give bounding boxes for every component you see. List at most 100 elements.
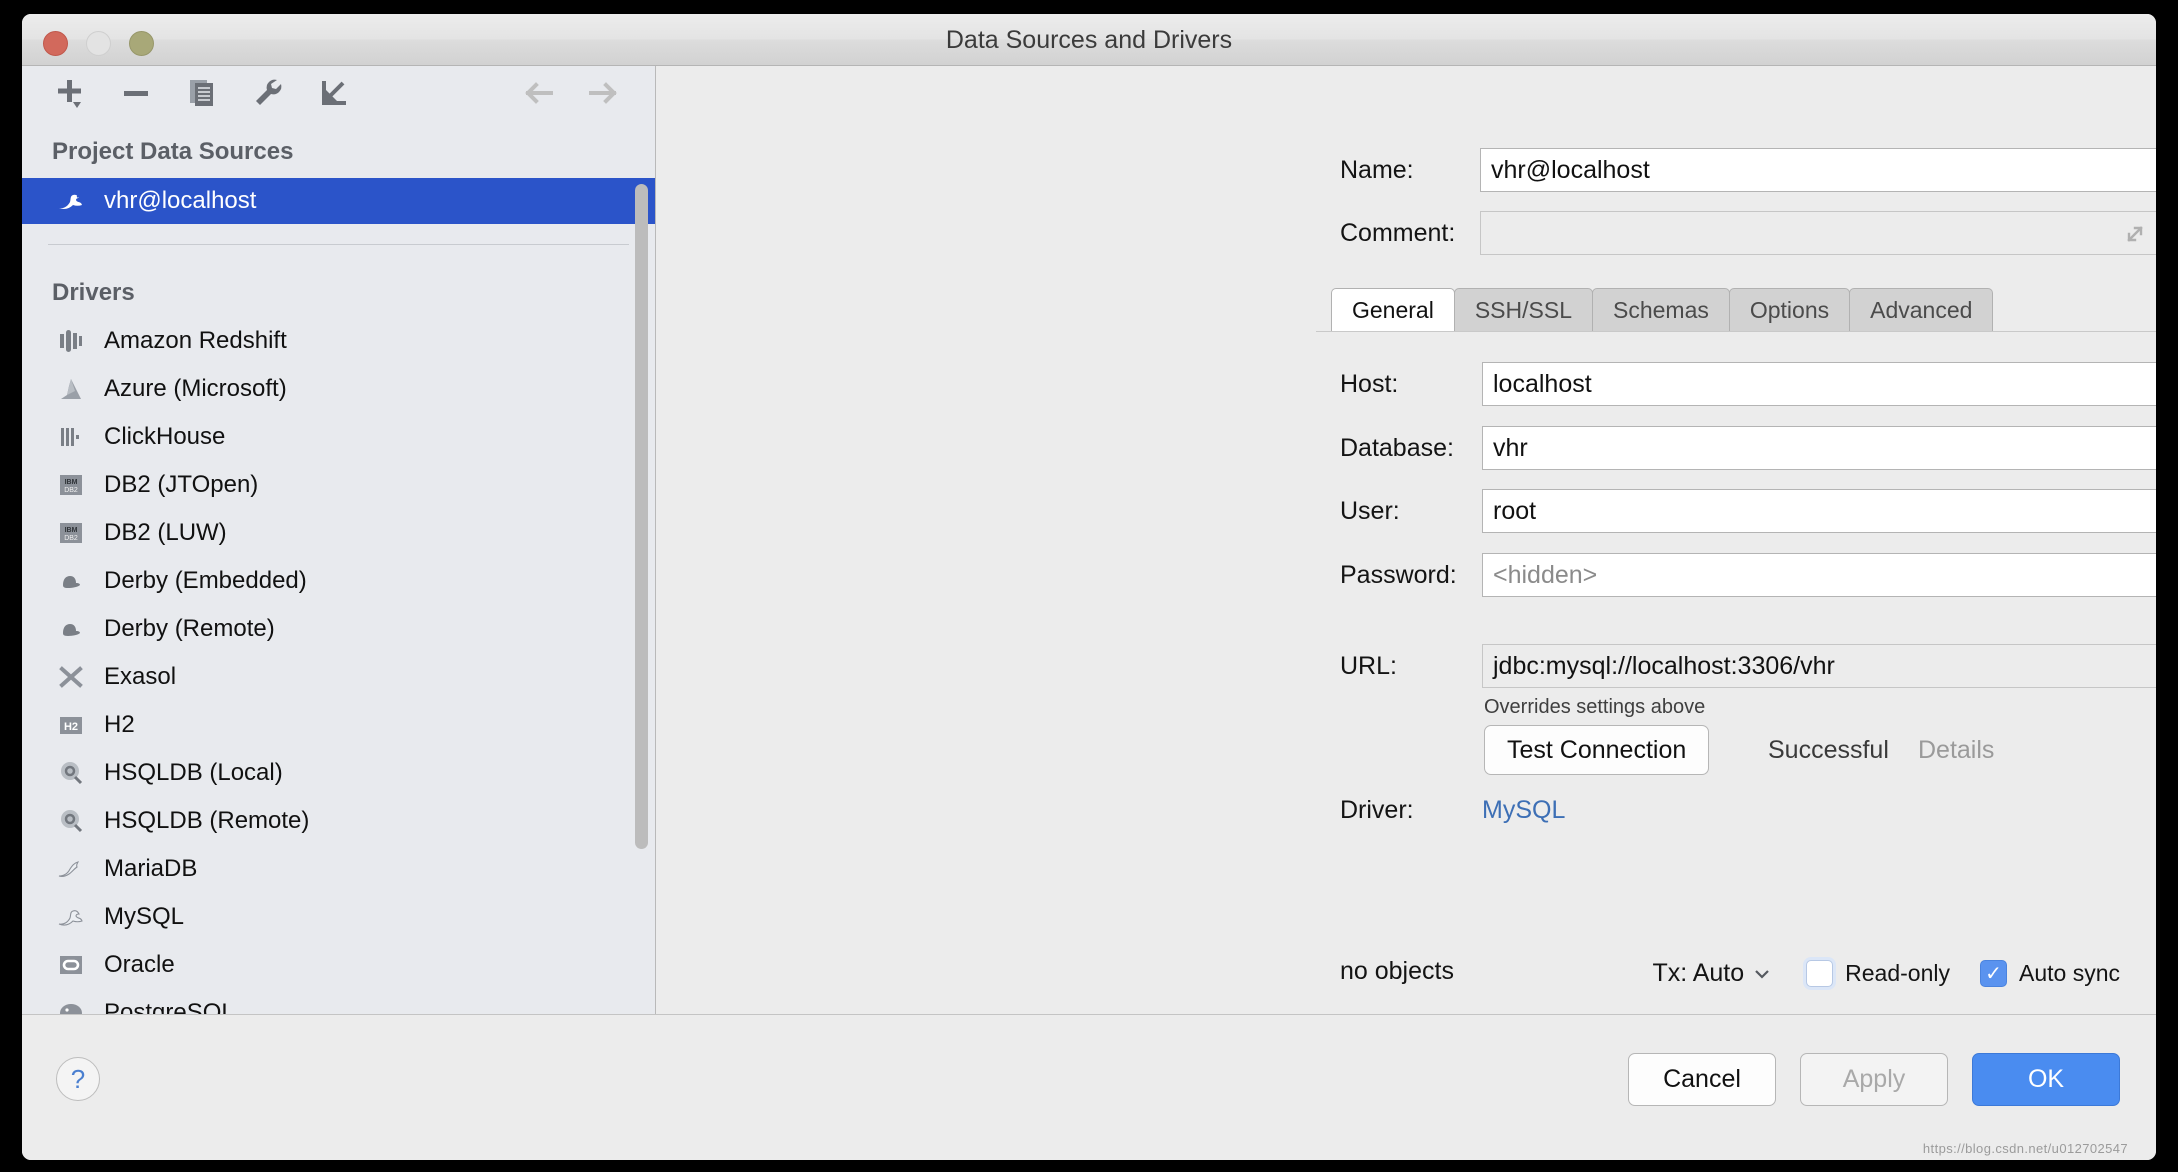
- driver-list-item[interactable]: ClickHouse: [22, 413, 655, 461]
- expand-icon[interactable]: [2121, 220, 2149, 248]
- add-data-source-button[interactable]: [48, 74, 92, 112]
- footer-buttons: Cancel Apply OK: [1628, 1053, 2120, 1106]
- tab-strip: General SSH/SSL Schemas Options Advanced: [1331, 288, 1994, 332]
- svg-text:IBM: IBM: [65, 479, 78, 486]
- driver-item-label: Exasol: [104, 663, 177, 690]
- driver-item-label: Amazon Redshift: [104, 327, 287, 354]
- driver-row: Driver: MySQL: [1340, 796, 1565, 825]
- driver-list-item[interactable]: Azure (Microsoft): [22, 365, 655, 413]
- user-label: User:: [1340, 496, 1400, 525]
- apply-button[interactable]: Apply: [1800, 1053, 1948, 1106]
- h2-icon: H2: [56, 710, 86, 740]
- url-input[interactable]: jdbc:mysql://localhost:3306/vhr: [1482, 644, 2156, 688]
- driver-item-label: MySQL: [104, 903, 185, 930]
- test-details-link[interactable]: Details: [1918, 736, 1994, 765]
- driver-list-item[interactable]: HSQLDB (Remote): [22, 797, 655, 845]
- ok-button[interactable]: OK: [1972, 1053, 2120, 1106]
- drivers-list: Amazon Redshift Azure (Microsoft) ClickHou…: [22, 317, 655, 1014]
- driver-item-label: H2: [104, 711, 135, 738]
- read-only-row[interactable]: Read-only: [1806, 960, 1950, 987]
- mariadb-seal-icon: [56, 854, 86, 884]
- password-row: Password: <hidden>: [1340, 553, 2156, 597]
- password-label: Password:: [1340, 560, 1457, 589]
- driver-list-item[interactable]: Amazon Redshift: [22, 317, 655, 365]
- remove-data-source-button[interactable]: [114, 74, 158, 112]
- driver-item-label: PostgreSQL: [104, 999, 235, 1014]
- driver-list-item[interactable]: Oracle: [22, 941, 655, 989]
- sidebar-item-vhr-localhost[interactable]: vhr@localhost: [22, 178, 655, 224]
- tab-options[interactable]: Options: [1728, 288, 1851, 332]
- exasol-icon: [56, 662, 86, 692]
- driver-list-item[interactable]: MySQL: [22, 893, 655, 941]
- driver-list-item[interactable]: HSQLDB (Local): [22, 749, 655, 797]
- drivers-header: Drivers: [52, 279, 135, 306]
- mysql-dolphin-icon: [56, 188, 86, 214]
- driver-item-label: Derby (Embedded): [104, 567, 307, 594]
- driver-item-label: MariaDB: [104, 855, 198, 882]
- driver-item-label: Derby (Remote): [104, 615, 275, 642]
- user-input[interactable]: root: [1482, 489, 2156, 533]
- driver-item-label: ClickHouse: [104, 423, 226, 450]
- data-sources-dialog: Data Sources and Drivers Project Data So…: [22, 14, 2156, 1160]
- host-label: Host:: [1340, 369, 1399, 398]
- duplicate-data-source-button[interactable]: [180, 74, 224, 112]
- objects-status: no objects: [1340, 957, 1454, 985]
- derby-hat-icon: [56, 614, 86, 644]
- database-input[interactable]: vhr: [1482, 426, 2156, 470]
- driver-link[interactable]: MySQL: [1482, 796, 1565, 825]
- help-button[interactable]: ?: [56, 1057, 100, 1101]
- database-row: Database: vhr: [1340, 426, 2156, 470]
- driver-item-label: HSQLDB (Remote): [104, 807, 310, 834]
- driver-item-label: DB2 (JTOpen): [104, 471, 259, 498]
- driver-list-item[interactable]: Derby (Remote): [22, 605, 655, 653]
- detail-status-bar: Tx: Auto Read-only ✓ Auto sync: [1652, 959, 2120, 988]
- import-data-source-button[interactable]: [312, 74, 356, 112]
- tx-mode-dropdown[interactable]: Tx: Auto: [1652, 959, 1772, 988]
- title-bar: Data Sources and Drivers: [22, 14, 2156, 66]
- auto-sync-row[interactable]: ✓ Auto sync: [1980, 960, 2120, 987]
- dialog-footer: ? Cancel Apply OK https://blog.csdn.net/…: [22, 1014, 2156, 1160]
- svg-text:DB2: DB2: [64, 487, 78, 494]
- oracle-icon: [56, 950, 86, 980]
- test-connection-button[interactable]: Test Connection: [1484, 725, 1710, 775]
- url-label: URL:: [1340, 651, 1397, 680]
- driver-list-item[interactable]: Exasol: [22, 653, 655, 701]
- driver-properties-button[interactable]: [246, 74, 290, 112]
- dialog-body: Project Data Sources vhr@localhost Drive…: [22, 66, 2156, 1014]
- auto-sync-checkbox[interactable]: ✓: [1980, 960, 2007, 987]
- redshift-icon: [56, 326, 86, 356]
- tab-general[interactable]: General: [1331, 288, 1455, 332]
- mysql-dolphin-icon: [56, 902, 86, 932]
- back-button[interactable]: [521, 78, 557, 108]
- database-label: Database:: [1340, 433, 1454, 462]
- svg-text:IBM: IBM: [65, 527, 78, 534]
- comment-input[interactable]: [1480, 211, 2156, 255]
- driver-list-item[interactable]: IBM DB2 DB2 (LUW): [22, 509, 655, 557]
- comment-row: Comment:: [1340, 211, 2156, 255]
- password-input[interactable]: <hidden>: [1482, 553, 2156, 597]
- read-only-checkbox[interactable]: [1806, 960, 1834, 987]
- driver-item-label: Oracle: [104, 951, 175, 978]
- driver-list-item[interactable]: MariaDB: [22, 845, 655, 893]
- name-input[interactable]: vhr@localhost: [1480, 148, 2156, 192]
- forward-button[interactable]: [585, 78, 621, 108]
- user-row: User: root: [1340, 489, 2156, 533]
- tab-advanced[interactable]: Advanced: [1849, 288, 1994, 332]
- driver-item-label: DB2 (LUW): [104, 519, 227, 546]
- cancel-button[interactable]: Cancel: [1628, 1053, 1776, 1106]
- driver-list-item[interactable]: H2 H2: [22, 701, 655, 749]
- hsqldb-icon: [56, 758, 86, 788]
- tab-ssh-ssl[interactable]: SSH/SSL: [1453, 288, 1593, 332]
- driver-list-item[interactable]: Derby (Embedded): [22, 557, 655, 605]
- driver-label: Driver:: [1340, 796, 1414, 824]
- driver-list-item[interactable]: IBM DB2 DB2 (JTOpen): [22, 461, 655, 509]
- watermark: https://blog.csdn.net/u012702547: [1922, 1141, 2128, 1156]
- sidebar-scrollbar[interactable]: [635, 184, 648, 849]
- host-input[interactable]: localhost: [1482, 362, 2156, 406]
- tab-schemas[interactable]: Schemas: [1591, 288, 1730, 332]
- svg-text:H2: H2: [64, 721, 78, 733]
- test-status: Successful: [1768, 736, 1889, 764]
- driver-list-item[interactable]: PostgreSQL: [22, 989, 655, 1014]
- driver-item-label: Azure (Microsoft): [104, 375, 287, 402]
- driver-item-label: HSQLDB (Local): [104, 759, 283, 786]
